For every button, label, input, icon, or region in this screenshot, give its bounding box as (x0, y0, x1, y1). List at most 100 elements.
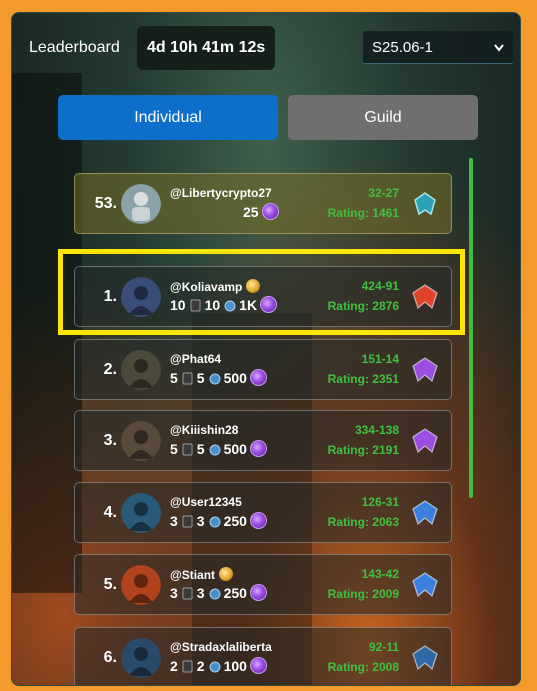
username[interactable]: @Phat64 (170, 352, 221, 366)
my-rank-card[interactable]: 53. @Libertycrypto27 25 32-27 Rating: 14… (74, 173, 452, 234)
gem-count: 100 (223, 657, 247, 674)
reward-count-b: 5 (196, 440, 205, 457)
rating: Rating: 2008 (327, 660, 399, 674)
card-pack-icon (189, 298, 203, 312)
rank-badge-icon (411, 356, 439, 384)
rank-number: 3. (103, 432, 117, 449)
leaderboard-row[interactable]: 2. @Phat64 5 5 500 151-14 Rating: 2351 (74, 339, 452, 400)
background-art (12, 73, 82, 593)
card-pack-icon (181, 371, 195, 385)
reward-stats: 5 5 500 (170, 369, 267, 386)
player-avatar-icon (121, 350, 161, 390)
reward-stats: 2 2 100 (170, 657, 267, 674)
potion-icon (208, 514, 222, 528)
win-loss-record: 334-138 (354, 423, 399, 437)
reward-count-b: 10 (204, 296, 221, 313)
win-loss-record: 92-11 (368, 640, 399, 654)
rating: Rating: 2351 (327, 372, 399, 386)
rating: Rating: 2191 (327, 443, 399, 457)
gem-icon (249, 369, 267, 386)
crown-icon (219, 567, 234, 581)
rank-number: 53. (94, 195, 117, 212)
reward-stats: 3 3 250 (170, 512, 267, 529)
card-pack-icon (181, 586, 195, 600)
robot-avatar-icon (121, 184, 161, 224)
gem-icon (249, 512, 267, 529)
gem-icon (249, 440, 267, 457)
card-pack-icon (181, 442, 195, 456)
tab-guild[interactable]: Guild (288, 95, 478, 140)
rank-badge-icon (411, 283, 439, 311)
leaderboard-row[interactable]: 5. @Stiant 3 3 250 143-42 Rating: 2009 (74, 554, 452, 615)
player-avatar-icon (121, 565, 161, 605)
rank-number: 4. (103, 504, 117, 521)
card-pack-icon (181, 659, 195, 673)
win-loss-record: 424-91 (361, 279, 399, 293)
reward-count-a: 3 (170, 584, 178, 601)
reward-count-a: 2 (170, 657, 178, 674)
reward-count-a: 10 (170, 296, 186, 313)
username[interactable]: @Libertycrypto27 (170, 186, 272, 200)
leaderboard-row[interactable]: 4. @User12345 3 3 250 126-31 Rating: 206… (74, 482, 452, 543)
username-text: @Stiant (170, 568, 216, 582)
username[interactable]: @Koliavamp (170, 279, 261, 294)
leaderboard-header: Leaderboard 4d 10h 41m 12s S25.06-1 (12, 13, 520, 83)
rank-number: 5. (103, 576, 117, 593)
username-text: @Koliavamp (170, 280, 243, 294)
gem-count: 25 (243, 203, 259, 220)
reward-stats: 25 (243, 203, 279, 220)
rank-badge-icon (411, 644, 439, 672)
reward-count-b: 3 (196, 584, 205, 601)
gem-count: 250 (223, 512, 247, 529)
username-text: @Kiiishin28 (170, 423, 239, 437)
win-loss-record: 126-31 (361, 495, 399, 509)
leaderboard-row[interactable]: 3. @Kiiishin28 5 5 500 334-138 Rating: 2… (74, 410, 452, 471)
rank-number: 2. (103, 361, 117, 378)
win-loss-record: 143-42 (361, 567, 399, 581)
potion-icon (208, 442, 222, 456)
reward-stats: 3 3 250 (170, 584, 267, 601)
player-avatar-icon (121, 493, 161, 533)
season-select[interactable]: S25.06-1 (363, 31, 513, 64)
rank-badge-icon (411, 427, 439, 455)
leaderboard-row[interactable]: 1. @Koliavamp 10 10 1K 424-91 Rating: 28… (74, 266, 452, 327)
leaderboard-row[interactable]: 6. @Stradaxlaliberta 2 2 100 92-11 Ratin… (74, 627, 452, 685)
potion-icon (223, 298, 237, 312)
win-loss-record: 151-14 (361, 352, 399, 366)
reward-count-a: 5 (170, 369, 178, 386)
player-avatar-icon (121, 638, 161, 678)
rank-number: 1. (103, 288, 117, 305)
rating: Rating: 2876 (327, 299, 399, 313)
player-avatar-icon (121, 421, 161, 461)
rating: Rating: 2009 (327, 587, 399, 601)
reward-count-b: 3 (196, 512, 205, 529)
username[interactable]: @User12345 (170, 495, 242, 509)
username-text: @User12345 (170, 495, 242, 509)
page-title: Leaderboard (29, 39, 120, 56)
username[interactable]: @Kiiishin28 (170, 423, 238, 437)
reward-stats: 5 5 500 (170, 440, 267, 457)
potion-icon (208, 371, 222, 385)
reward-stats: 10 10 1K (170, 296, 278, 313)
rating: Rating: 2063 (327, 515, 399, 529)
rating: Rating: 1461 (327, 206, 399, 220)
username-text: @Stradaxlaliberta (170, 640, 272, 654)
season-select-value: S25.06-1 (372, 39, 433, 56)
gem-icon (249, 584, 267, 601)
teal-rank-badge-icon (411, 190, 439, 218)
rank-number: 6. (103, 649, 117, 666)
crown-icon (246, 279, 261, 293)
season-countdown-timer: 4d 10h 41m 12s (137, 26, 276, 70)
list-scrollbar[interactable] (469, 158, 473, 498)
potion-icon (208, 586, 222, 600)
leaderboard-panel: Leaderboard 4d 10h 41m 12s S25.06-1 Indi… (11, 12, 521, 686)
username[interactable]: @Stradaxlaliberta (170, 640, 272, 654)
gem-count: 1K (239, 296, 258, 313)
username[interactable]: @Stiant (170, 567, 234, 582)
win-loss-record: 32-27 (368, 186, 399, 200)
gem-icon (260, 296, 278, 313)
tab-individual[interactable]: Individual (58, 95, 278, 140)
rank-badge-icon (411, 571, 439, 599)
gem-count: 500 (223, 440, 247, 457)
gem-icon (261, 203, 279, 220)
